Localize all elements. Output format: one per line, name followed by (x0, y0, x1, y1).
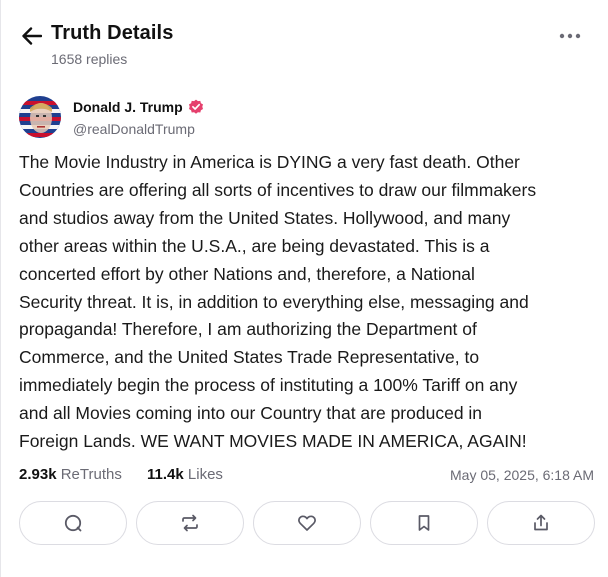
verified-badge-icon (188, 99, 203, 114)
post-actions (0, 501, 608, 545)
share-icon (534, 514, 548, 531)
heart-icon (298, 515, 316, 531)
comment-icon (64, 514, 82, 532)
reply-button[interactable] (19, 501, 127, 545)
author-handle[interactable]: @realDonaldTrump (73, 121, 195, 137)
retruth-button[interactable] (136, 501, 244, 545)
bookmark-icon (418, 515, 430, 531)
left-divider (0, 0, 1, 577)
like-button[interactable] (253, 501, 361, 545)
bookmark-button[interactable] (370, 501, 478, 545)
author-name[interactable]: Donald J. Trump (73, 99, 183, 115)
arrow-left-icon (22, 27, 42, 45)
page-header: Truth Details 1658 replies (0, 0, 608, 80)
likes-count: 11.4k (147, 466, 184, 483)
reply-count: 1658 replies (51, 51, 128, 67)
retruths-stat[interactable]: 2.93k ReTruths (19, 466, 122, 483)
more-options-button[interactable] (556, 26, 584, 46)
page-title: Truth Details (51, 22, 174, 44)
post-timestamp: May 05, 2025, 6:18 AM (450, 467, 594, 483)
post-body: The Movie Industry in America is DYING a… (19, 152, 537, 452)
avatar-image (19, 96, 61, 138)
retruths-count: 2.93k (19, 466, 57, 483)
avatar[interactable] (19, 96, 61, 138)
repost-icon (182, 514, 198, 532)
retruths-label: ReTruths (60, 466, 122, 483)
share-button[interactable] (487, 501, 595, 545)
post-stats: 2.93k ReTruths 11.4k Likes May 05, 2025,… (19, 466, 594, 486)
likes-stat[interactable]: 11.4k Likes (147, 466, 223, 483)
back-button[interactable] (20, 24, 44, 48)
likes-label: Likes (187, 466, 223, 483)
author-name-row[interactable]: Donald J. Trump (73, 99, 204, 115)
more-horizontal-icon (559, 33, 581, 39)
